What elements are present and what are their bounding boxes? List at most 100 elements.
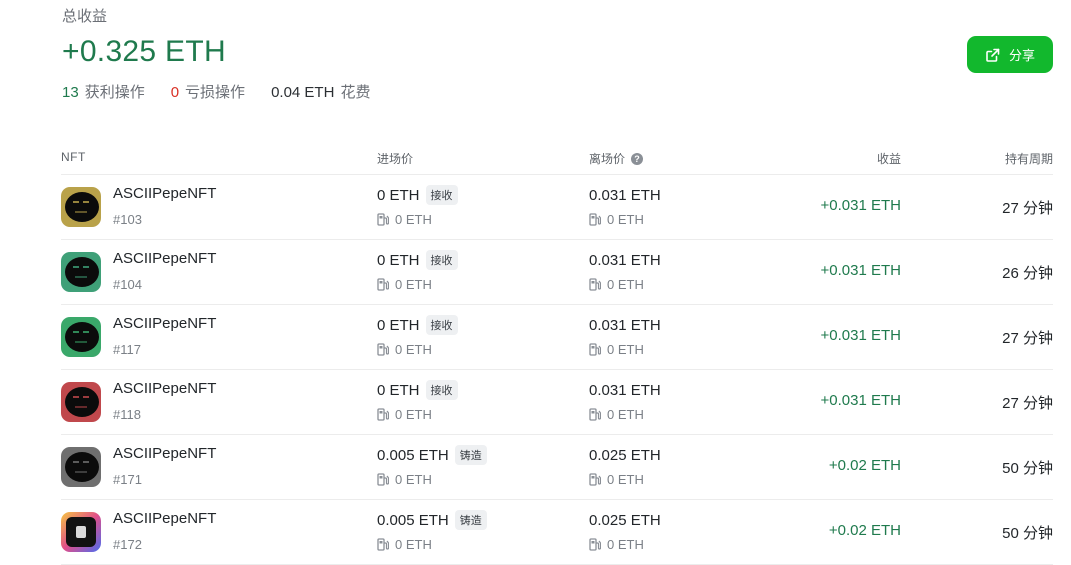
table-body: ASCIIPepeNFT #103 0 ETH 接收 0 ETH 0.031 E… <box>61 175 1053 565</box>
gas-pump-icon <box>589 538 601 551</box>
entry-price-cell: 0 ETH 接收 0 ETH <box>377 250 458 292</box>
hold-period: 50 分钟 <box>1002 460 1053 477</box>
exit-price-cell: 0.025 ETH 0 ETH <box>589 445 661 488</box>
summary-label: 总收益 <box>62 8 108 25</box>
gas-pump-icon <box>589 213 601 226</box>
entry-type-tag: 铸造 <box>454 445 487 465</box>
gas-pump-icon <box>377 408 389 421</box>
entry-gas-fee: 0 ETH <box>395 342 432 357</box>
nft-name[interactable]: ASCIIPepeNFT <box>113 510 216 527</box>
header-profit: 收益 <box>876 152 901 166</box>
nft-name[interactable]: ASCIIPepeNFT <box>113 315 216 332</box>
gas-pump-icon <box>589 473 601 486</box>
share-button[interactable]: 分享 <box>967 36 1053 73</box>
nft-avatar[interactable] <box>61 187 101 227</box>
entry-gas-fee: 0 ETH <box>395 277 432 292</box>
entry-gas-fee: 0 ETH <box>395 407 432 422</box>
gas-pump-icon <box>377 343 389 356</box>
hold-period: 27 分钟 <box>1002 395 1053 412</box>
nft-token-id: #104 <box>113 277 142 292</box>
entry-price: 0 ETH <box>377 186 420 204</box>
entry-type-tag: 接收 <box>425 185 458 205</box>
nft-avatar[interactable] <box>61 382 101 422</box>
summary-stats: 13 获利操作 0 亏损操作 0.04 ETH 花费 <box>62 80 370 102</box>
gas-pump-icon <box>377 473 389 486</box>
row-profit: +0.031 ETH <box>820 327 901 344</box>
nft-avatar[interactable] <box>61 317 101 357</box>
nft-name[interactable]: ASCIIPepeNFT <box>113 250 216 267</box>
summary-panel: 总收益 +0.325 ETH 13 获利操作 0 亏损操作 0.04 ETH 花费 <box>62 6 370 102</box>
nft-token-id: #118 <box>113 407 141 422</box>
table-row[interactable]: ASCIIPepeNFT #117 0 ETH 接收 0 ETH 0.031 E… <box>61 305 1053 370</box>
entry-gas-fee: 0 ETH <box>395 537 432 552</box>
exit-gas-fee: 0 ETH <box>607 277 644 292</box>
loss-ops-stat: 0 亏损操作 <box>171 81 245 102</box>
nft-name[interactable]: ASCIIPepeNFT <box>113 445 216 462</box>
header-nft: NFT <box>61 150 86 164</box>
exit-price-cell: 0.031 ETH 0 ETH <box>589 185 661 228</box>
entry-price-cell: 0 ETH 接收 0 ETH <box>377 380 458 422</box>
entry-price: 0.005 ETH <box>377 511 449 529</box>
header-exit-price-label: 离场价 <box>589 152 626 166</box>
table-row[interactable]: ASCIIPepeNFT #104 0 ETH 接收 0 ETH 0.031 E… <box>61 240 1053 305</box>
share-button-label: 分享 <box>1008 48 1035 63</box>
hold-period: 50 分钟 <box>1002 525 1053 542</box>
table-row[interactable]: ASCIIPepeNFT #172 0.005 ETH 铸造 0 ETH 0.0… <box>61 500 1053 565</box>
exit-price-cell: 0.031 ETH 0 ETH <box>589 250 661 293</box>
fees-value: 0.04 ETH <box>271 83 335 101</box>
nft-avatar[interactable] <box>61 447 101 487</box>
header-hold-period: 持有周期 <box>1004 152 1053 166</box>
entry-gas-fee: 0 ETH <box>395 472 432 487</box>
loss-ops-count: 0 <box>170 83 180 101</box>
loss-ops-label: 亏损操作 <box>185 83 246 101</box>
exit-gas-fee: 0 ETH <box>607 407 644 422</box>
hold-period: 26 分钟 <box>1002 265 1053 282</box>
entry-price: 0 ETH <box>377 316 420 334</box>
entry-gas-fee: 0 ETH <box>395 212 432 227</box>
row-profit: +0.02 ETH <box>828 457 901 474</box>
entry-price: 0 ETH <box>377 381 420 399</box>
entry-type-tag: 铸造 <box>454 510 487 530</box>
nft-token-id: #172 <box>113 537 142 552</box>
exit-price-cell: 0.031 ETH 0 ETH <box>589 380 661 423</box>
help-icon[interactable]: ? <box>631 152 644 165</box>
exit-price: 0.031 ETH <box>589 251 661 269</box>
entry-type-tag: 接收 <box>425 250 458 270</box>
exit-price: 0.025 ETH <box>589 511 661 529</box>
header-entry-price: 进场价 <box>377 152 414 166</box>
entry-price-cell: 0.005 ETH 铸造 0 ETH <box>377 510 487 552</box>
nft-avatar[interactable] <box>61 252 101 292</box>
exit-price-cell: 0.025 ETH 0 ETH <box>589 510 661 553</box>
exit-gas-fee: 0 ETH <box>607 537 644 552</box>
hold-period: 27 分钟 <box>1002 330 1053 347</box>
gas-pump-icon <box>377 278 389 291</box>
exit-gas-fee: 0 ETH <box>607 472 644 487</box>
table-row[interactable]: ASCIIPepeNFT #103 0 ETH 接收 0 ETH 0.031 E… <box>61 175 1053 240</box>
profit-ops-stat: 13 获利操作 <box>62 81 145 102</box>
table-header: NFT 进场价 离场价 ? 收益 持有周期 <box>61 140 1053 175</box>
nft-name[interactable]: ASCIIPepeNFT <box>113 380 216 397</box>
external-link-icon <box>986 48 1000 62</box>
entry-price-cell: 0 ETH 接收 0 ETH <box>377 315 458 357</box>
row-profit: +0.02 ETH <box>828 522 901 539</box>
exit-price: 0.031 ETH <box>589 316 661 334</box>
nft-name[interactable]: ASCIIPepeNFT <box>113 185 216 202</box>
exit-gas-fee: 0 ETH <box>607 342 644 357</box>
fees-stat: 0.04 ETH 花费 <box>271 81 370 102</box>
gas-pump-icon <box>589 343 601 356</box>
profit-ops-count: 13 <box>62 83 79 101</box>
exit-price: 0.031 ETH <box>589 186 661 204</box>
nft-token-id: #171 <box>113 472 142 487</box>
table-row[interactable]: ASCIIPepeNFT #118 0 ETH 接收 0 ETH 0.031 E… <box>61 370 1053 435</box>
exit-price-cell: 0.031 ETH 0 ETH <box>589 315 661 358</box>
gas-pump-icon <box>377 538 389 551</box>
nft-avatar[interactable] <box>61 512 101 552</box>
table-row[interactable]: ASCIIPepeNFT #171 0.005 ETH 铸造 0 ETH 0.0… <box>61 435 1053 500</box>
entry-price-cell: 0.005 ETH 铸造 0 ETH <box>377 445 487 487</box>
profit-ops-label: 获利操作 <box>84 83 145 101</box>
fees-label: 花费 <box>340 83 371 101</box>
entry-type-tag: 接收 <box>425 315 458 335</box>
exit-price: 0.025 ETH <box>589 446 661 464</box>
row-profit: +0.031 ETH <box>820 392 901 409</box>
total-profit: +0.325 ETH <box>62 35 226 68</box>
